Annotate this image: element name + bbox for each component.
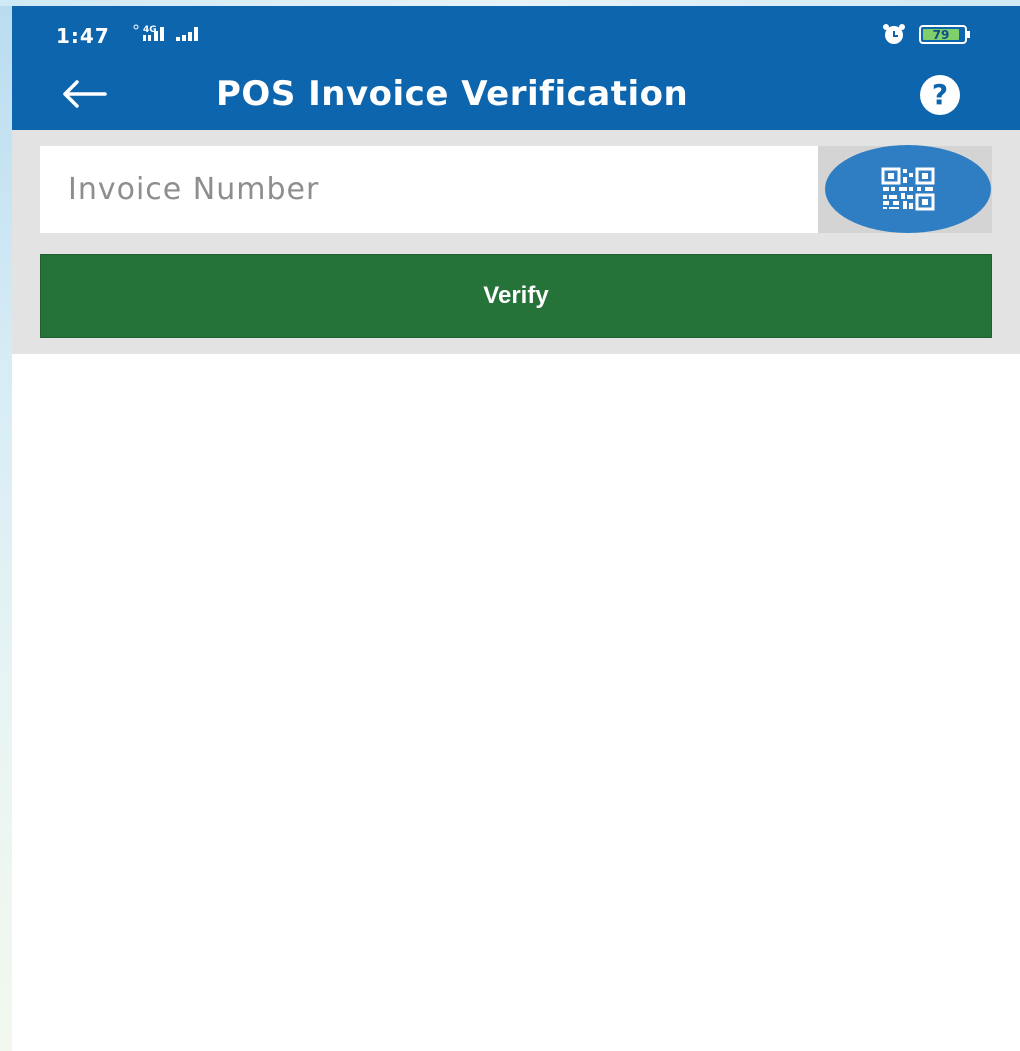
status-time: 1:47: [56, 24, 110, 48]
app-bar: 1:47 4G 79 POS Invoice Verification ?: [12, 6, 1020, 130]
back-button[interactable]: [56, 72, 112, 116]
verify-button[interactable]: Verify: [40, 254, 992, 338]
page-title: POS Invoice Verification: [216, 74, 689, 114]
help-circle-icon: ?: [931, 78, 949, 111]
signal-icon: 4G: [133, 24, 198, 41]
status-bar: 1:47 4G 79: [12, 6, 1020, 60]
help-button[interactable]: ?: [920, 75, 960, 115]
invoice-input-container: [40, 146, 818, 233]
arrow-left-icon: [63, 80, 107, 108]
toolbar: POS Invoice Verification ?: [12, 60, 1020, 130]
scan-qr-button[interactable]: [825, 145, 991, 233]
invoice-number-input[interactable]: [68, 172, 818, 207]
alarm-battery-icons: 79: [883, 24, 970, 44]
battery-level: 79: [933, 28, 950, 42]
qr-code-icon: [881, 167, 935, 211]
battery-icon: 79: [919, 25, 970, 44]
background-edge: [0, 0, 12, 1051]
screen: 1:47 4G 79 POS Invoice Verification ? In…: [0, 0, 1020, 1051]
invoice-form: Verify: [12, 130, 1020, 354]
alarm-icon: [883, 24, 905, 44]
